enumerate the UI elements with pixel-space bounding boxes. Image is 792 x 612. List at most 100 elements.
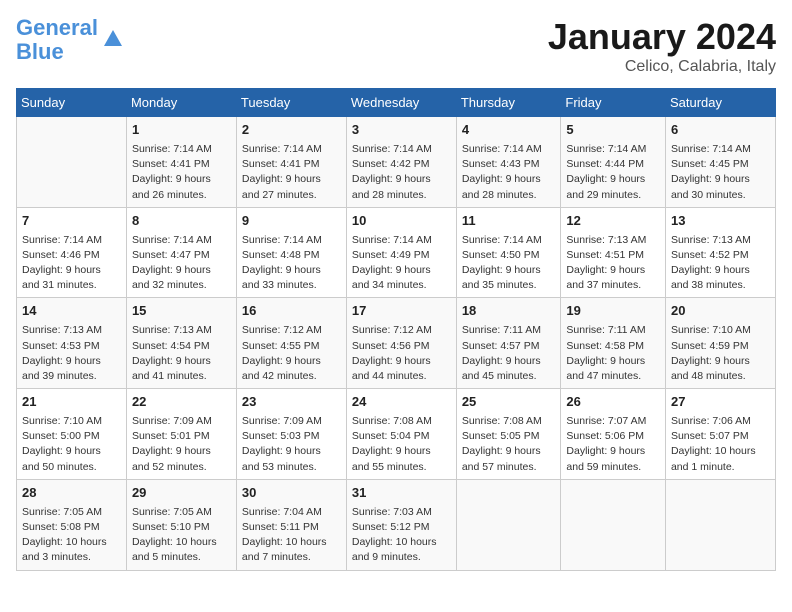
day-info: Sunrise: 7:13 AM Sunset: 4:53 PM Dayligh… — [22, 323, 121, 384]
day-info: Sunrise: 7:14 AM Sunset: 4:43 PM Dayligh… — [462, 142, 556, 203]
day-number: 4 — [462, 121, 556, 140]
day-info: Sunrise: 7:14 AM Sunset: 4:49 PM Dayligh… — [352, 233, 451, 294]
day-info: Sunrise: 7:14 AM Sunset: 4:47 PM Dayligh… — [132, 233, 231, 294]
day-number: 21 — [22, 393, 121, 412]
day-info: Sunrise: 7:08 AM Sunset: 5:05 PM Dayligh… — [462, 414, 556, 475]
day-number: 2 — [242, 121, 341, 140]
day-info: Sunrise: 7:13 AM Sunset: 4:54 PM Dayligh… — [132, 323, 231, 384]
page-header: General Blue January 2024 Celico, Calabr… — [16, 16, 776, 76]
header-saturday: Saturday — [665, 89, 775, 117]
page-title: January 2024 — [548, 16, 776, 58]
day-info: Sunrise: 7:14 AM Sunset: 4:48 PM Dayligh… — [242, 233, 341, 294]
calendar-cell: 25 Sunrise: 7:08 AM Sunset: 5:05 PM Dayli… — [456, 389, 561, 480]
day-number: 15 — [132, 302, 231, 321]
calendar-week-row: 1 Sunrise: 7:14 AM Sunset: 4:41 PM Daylig… — [17, 117, 776, 208]
page-subtitle: Celico, Calabria, Italy — [548, 58, 776, 76]
day-number: 25 — [462, 393, 556, 412]
calendar-cell: 22Sunrise: 7:09 AM Sunset: 5:01 PM Dayli… — [126, 389, 236, 480]
day-info: Sunrise: 7:14 AM Sunset: 4:41 PM Dayligh… — [132, 142, 231, 203]
calendar-cell — [561, 479, 666, 570]
day-number: 11 — [462, 212, 556, 231]
header-sunday: Sunday — [17, 89, 127, 117]
day-info: Sunrise: 7:11 AM Sunset: 4:58 PM Dayligh… — [566, 323, 660, 384]
calendar-cell: 28Sunrise: 7:05 AM Sunset: 5:08 PM Dayli… — [17, 479, 127, 570]
calendar-week-row: 28Sunrise: 7:05 AM Sunset: 5:08 PM Dayli… — [17, 479, 776, 570]
day-number: 18 — [462, 302, 556, 321]
calendar-cell: 4 Sunrise: 7:14 AM Sunset: 4:43 PM Daylig… — [456, 117, 561, 208]
day-info: Sunrise: 7:07 AM Sunset: 5:06 PM Dayligh… — [566, 414, 660, 475]
day-number: 6 — [671, 121, 770, 140]
day-number: 1 — [132, 121, 231, 140]
calendar-cell: 9 Sunrise: 7:14 AM Sunset: 4:48 PM Daylig… — [236, 207, 346, 298]
title-block: January 2024 Celico, Calabria, Italy — [548, 16, 776, 76]
header-friday: Friday — [561, 89, 666, 117]
calendar-header-row: SundayMondayTuesdayWednesdayThursdayFrid… — [17, 89, 776, 117]
calendar-week-row: 7 Sunrise: 7:14 AM Sunset: 4:46 PM Daylig… — [17, 207, 776, 298]
calendar-cell: 5 Sunrise: 7:14 AM Sunset: 4:44 PM Daylig… — [561, 117, 666, 208]
header-monday: Monday — [126, 89, 236, 117]
day-info: Sunrise: 7:14 AM Sunset: 4:42 PM Dayligh… — [352, 142, 451, 203]
calendar-cell: 2 Sunrise: 7:14 AM Sunset: 4:41 PM Daylig… — [236, 117, 346, 208]
day-info: Sunrise: 7:14 AM Sunset: 4:45 PM Dayligh… — [671, 142, 770, 203]
day-number: 28 — [22, 484, 121, 503]
calendar-cell: 1 Sunrise: 7:14 AM Sunset: 4:41 PM Daylig… — [126, 117, 236, 208]
calendar-cell: 29Sunrise: 7:05 AM Sunset: 5:10 PM Dayli… — [126, 479, 236, 570]
day-number: 17 — [352, 302, 451, 321]
day-number: 23 — [242, 393, 341, 412]
calendar-cell: 10Sunrise: 7:14 AM Sunset: 4:49 PM Dayli… — [346, 207, 456, 298]
day-info: Sunrise: 7:14 AM Sunset: 4:41 PM Dayligh… — [242, 142, 341, 203]
header-tuesday: Tuesday — [236, 89, 346, 117]
day-number: 19 — [566, 302, 660, 321]
day-info: Sunrise: 7:14 AM Sunset: 4:44 PM Dayligh… — [566, 142, 660, 203]
calendar-cell: 13 Sunrise: 7:13 AM Sunset: 4:52 PM Dayli… — [665, 207, 775, 298]
day-number: 9 — [242, 212, 341, 231]
calendar-cell — [665, 479, 775, 570]
day-number: 24 — [352, 393, 451, 412]
calendar-cell — [17, 117, 127, 208]
calendar-cell — [456, 479, 561, 570]
day-number: 13 — [671, 212, 770, 231]
logo: General Blue — [16, 16, 124, 64]
calendar-cell: 15 Sunrise: 7:13 AM Sunset: 4:54 PM Dayli… — [126, 298, 236, 389]
calendar-cell: 20Sunrise: 7:10 AM Sunset: 4:59 PM Dayli… — [665, 298, 775, 389]
day-info: Sunrise: 7:12 AM Sunset: 4:56 PM Dayligh… — [352, 323, 451, 384]
calendar-week-row: 14 Sunrise: 7:13 AM Sunset: 4:53 PM Dayli… — [17, 298, 776, 389]
calendar-cell: 16Sunrise: 7:12 AM Sunset: 4:55 PM Dayli… — [236, 298, 346, 389]
day-number: 27 — [671, 393, 770, 412]
day-number: 7 — [22, 212, 121, 231]
day-info: Sunrise: 7:03 AM Sunset: 5:12 PM Dayligh… — [352, 505, 451, 566]
day-info: Sunrise: 7:04 AM Sunset: 5:11 PM Dayligh… — [242, 505, 341, 566]
day-number: 5 — [566, 121, 660, 140]
day-number: 14 — [22, 302, 121, 321]
calendar-cell: 30 Sunrise: 7:04 AM Sunset: 5:11 PM Dayli… — [236, 479, 346, 570]
calendar-week-row: 21Sunrise: 7:10 AM Sunset: 5:00 PM Dayli… — [17, 389, 776, 480]
day-number: 30 — [242, 484, 341, 503]
day-number: 26 — [566, 393, 660, 412]
day-info: Sunrise: 7:09 AM Sunset: 5:03 PM Dayligh… — [242, 414, 341, 475]
calendar-table: SundayMondayTuesdayWednesdayThursdayFrid… — [16, 88, 776, 571]
header-thursday: Thursday — [456, 89, 561, 117]
day-info: Sunrise: 7:05 AM Sunset: 5:10 PM Dayligh… — [132, 505, 231, 566]
day-info: Sunrise: 7:12 AM Sunset: 4:55 PM Dayligh… — [242, 323, 341, 384]
calendar-cell: 8Sunrise: 7:14 AM Sunset: 4:47 PM Daylig… — [126, 207, 236, 298]
calendar-cell: 17 Sunrise: 7:12 AM Sunset: 4:56 PM Dayli… — [346, 298, 456, 389]
calendar-cell: 14 Sunrise: 7:13 AM Sunset: 4:53 PM Dayli… — [17, 298, 127, 389]
day-info: Sunrise: 7:14 AM Sunset: 4:46 PM Dayligh… — [22, 233, 121, 294]
day-number: 20 — [671, 302, 770, 321]
logo-line2: Blue — [16, 39, 64, 64]
day-number: 22 — [132, 393, 231, 412]
logo-line1: General — [16, 15, 98, 40]
calendar-cell: 23 Sunrise: 7:09 AM Sunset: 5:03 PM Dayli… — [236, 389, 346, 480]
calendar-cell: 21Sunrise: 7:10 AM Sunset: 5:00 PM Dayli… — [17, 389, 127, 480]
day-info: Sunrise: 7:08 AM Sunset: 5:04 PM Dayligh… — [352, 414, 451, 475]
day-number: 12 — [566, 212, 660, 231]
day-info: Sunrise: 7:11 AM Sunset: 4:57 PM Dayligh… — [462, 323, 556, 384]
day-number: 3 — [352, 121, 451, 140]
day-info: Sunrise: 7:06 AM Sunset: 5:07 PM Dayligh… — [671, 414, 770, 475]
day-info: Sunrise: 7:13 AM Sunset: 4:51 PM Dayligh… — [566, 233, 660, 294]
calendar-cell: 3 Sunrise: 7:14 AM Sunset: 4:42 PM Daylig… — [346, 117, 456, 208]
day-info: Sunrise: 7:13 AM Sunset: 4:52 PM Dayligh… — [671, 233, 770, 294]
calendar-cell: 24 Sunrise: 7:08 AM Sunset: 5:04 PM Dayli… — [346, 389, 456, 480]
calendar-cell: 11Sunrise: 7:14 AM Sunset: 4:50 PM Dayli… — [456, 207, 561, 298]
calendar-cell: 26 Sunrise: 7:07 AM Sunset: 5:06 PM Dayli… — [561, 389, 666, 480]
